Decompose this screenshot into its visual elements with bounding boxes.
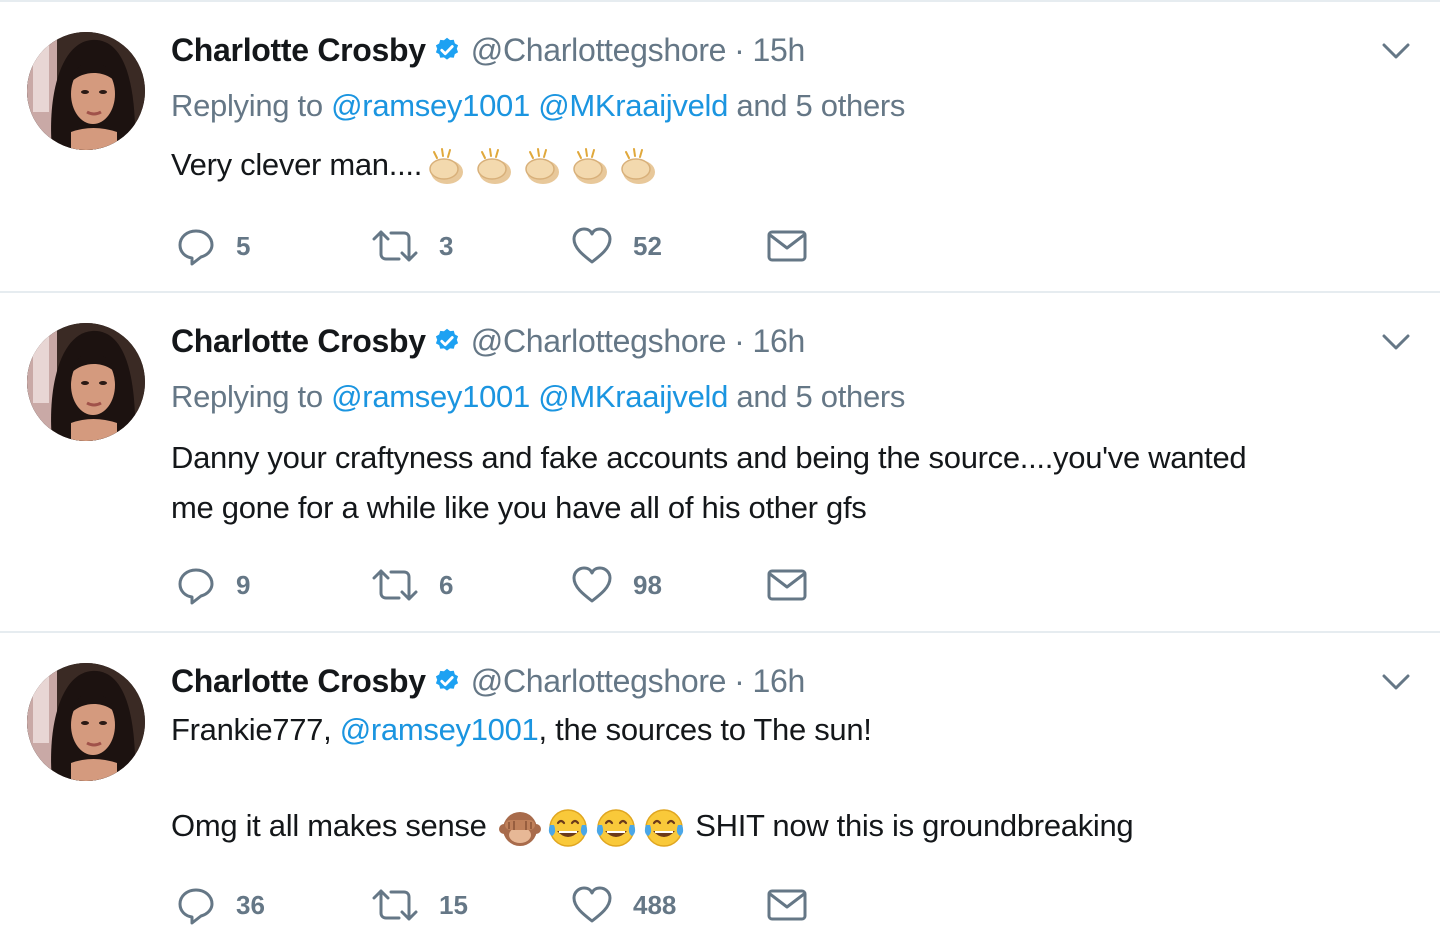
verified-badge-icon <box>435 328 458 351</box>
reply-count: 9 <box>236 569 251 600</box>
see-no-evil-monkey-icon <box>498 811 541 846</box>
envelope-icon <box>767 230 807 262</box>
like-button[interactable]: 52 <box>571 226 662 266</box>
tweet-text-line: Frankie777, @ramsey1001, the sources to … <box>171 705 872 755</box>
mention-link[interactable]: @ramsey1001 <box>340 712 539 747</box>
reply-icon <box>178 229 214 266</box>
tweet-header: Charlotte Crosby @Charlottegshore · 16h <box>171 661 805 701</box>
replying-to-label: Replying to <box>171 88 323 123</box>
retweet-button[interactable]: 6 <box>371 565 453 605</box>
retweet-count: 6 <box>439 569 454 600</box>
author-name[interactable]: Charlotte Crosby <box>171 323 426 360</box>
reply-button[interactable]: 9 <box>176 565 250 605</box>
reply-count: 5 <box>236 230 251 261</box>
tweet-text-content: Very clever man.... <box>171 147 423 182</box>
mention-link[interactable]: @MKraaijveld <box>538 379 728 414</box>
direct-message-button[interactable] <box>766 226 808 266</box>
author-name[interactable]: Charlotte Crosby <box>171 32 426 69</box>
tweet-text: Frankie777, @ramsey1001, the sources to … <box>171 705 872 755</box>
verified-badge-icon <box>435 37 458 60</box>
tweet-actions: 5 3 52 <box>176 226 876 266</box>
chevron-down-icon[interactable] <box>1380 671 1412 693</box>
tweet-actions: 9 6 98 <box>176 565 876 605</box>
author-name[interactable]: Charlotte Crosby <box>171 663 426 700</box>
retweet-button[interactable]: 15 <box>371 885 468 925</box>
tweet-text: Omg it all makes sense SHIT now this is … <box>171 801 1134 851</box>
tears-of-joy-icon <box>548 809 588 847</box>
replying-to: Replying to @ramsey1001 @MKraaijveld and… <box>171 379 905 415</box>
chevron-down-icon[interactable] <box>1380 331 1412 353</box>
heart-icon <box>572 227 612 264</box>
tweet-text: Very clever man.... <box>171 140 662 190</box>
tweet-text-line: me gone for a while like you have all of… <box>171 490 867 525</box>
direct-message-button[interactable] <box>766 885 808 925</box>
avatar[interactable] <box>27 323 145 441</box>
timestamp[interactable]: 16h <box>753 323 806 360</box>
tweet[interactable]: Charlotte Crosby @Charlottegshore · 15h … <box>0 2 1440 293</box>
like-count: 52 <box>633 230 662 261</box>
tears-of-joy-icon <box>644 809 684 847</box>
mention-link[interactable]: @ramsey1001 <box>331 379 530 414</box>
clapping-hands-icon <box>573 147 608 184</box>
like-button[interactable]: 98 <box>571 565 662 605</box>
tweet[interactable]: Charlotte Crosby @Charlottegshore · 16h … <box>0 293 1440 633</box>
tweet-header: Charlotte Crosby @Charlottegshore · 16h <box>171 321 805 361</box>
retweet-icon <box>372 230 418 262</box>
heart-icon <box>572 886 612 923</box>
retweet-button[interactable]: 3 <box>371 226 453 266</box>
separator-dot: · <box>734 322 745 359</box>
chevron-down-icon[interactable] <box>1380 40 1412 62</box>
clapping-hands-icon <box>525 147 560 184</box>
tweet[interactable]: Charlotte Crosby @Charlottegshore · 16h … <box>0 633 1440 940</box>
reply-count: 36 <box>236 889 265 920</box>
author-handle[interactable]: @Charlottegshore <box>471 32 727 69</box>
retweet-icon <box>372 889 418 921</box>
heart-icon <box>572 566 612 603</box>
tweet-text-content: SHIT now this is groundbreaking <box>695 808 1134 843</box>
replying-to: Replying to @ramsey1001 @MKraaijveld and… <box>171 88 905 124</box>
tweet-text-content: Omg it all makes sense <box>171 808 487 843</box>
clapping-hands-icon <box>429 147 464 184</box>
like-count: 488 <box>633 889 677 920</box>
tweet-header: Charlotte Crosby @Charlottegshore · 15h <box>171 30 805 70</box>
retweet-count: 15 <box>439 889 468 920</box>
tweet-actions: 36 15 488 <box>176 885 876 925</box>
mention-link[interactable]: @ramsey1001 <box>331 88 530 123</box>
replying-to-others[interactable]: and 5 others <box>736 379 905 414</box>
tweet-text-line: Danny your craftyness and fake accounts … <box>171 440 1247 475</box>
mention-link[interactable]: @MKraaijveld <box>538 88 728 123</box>
verified-badge-icon <box>435 668 458 691</box>
avatar[interactable] <box>27 32 145 150</box>
tweet-text: Danny your craftyness and fake accounts … <box>171 433 1247 533</box>
envelope-icon <box>767 569 807 601</box>
timestamp[interactable]: 16h <box>753 663 806 700</box>
tweet-text-content: Frankie777, <box>171 712 332 747</box>
tears-of-joy-icon <box>596 809 636 847</box>
retweet-icon <box>372 569 418 601</box>
avatar[interactable] <box>27 663 145 781</box>
replying-to-label: Replying to <box>171 379 323 414</box>
separator-dot: · <box>734 662 745 699</box>
clapping-hands-icon <box>477 147 512 184</box>
timestamp[interactable]: 15h <box>753 32 806 69</box>
replying-to-others[interactable]: and 5 others <box>736 88 905 123</box>
direct-message-button[interactable] <box>766 565 808 605</box>
separator-dot: · <box>734 31 745 68</box>
envelope-icon <box>767 889 807 921</box>
reply-button[interactable]: 5 <box>176 226 250 266</box>
author-handle[interactable]: @Charlottegshore <box>471 663 727 700</box>
tweet-text-content: , the sources to The sun! <box>538 712 872 747</box>
reply-icon <box>178 568 214 605</box>
like-count: 98 <box>633 569 662 600</box>
author-handle[interactable]: @Charlottegshore <box>471 323 727 360</box>
reply-button[interactable]: 36 <box>176 885 265 925</box>
retweet-count: 3 <box>439 230 454 261</box>
reply-icon <box>178 888 214 925</box>
like-button[interactable]: 488 <box>571 885 676 925</box>
clapping-hands-icon <box>621 147 656 184</box>
